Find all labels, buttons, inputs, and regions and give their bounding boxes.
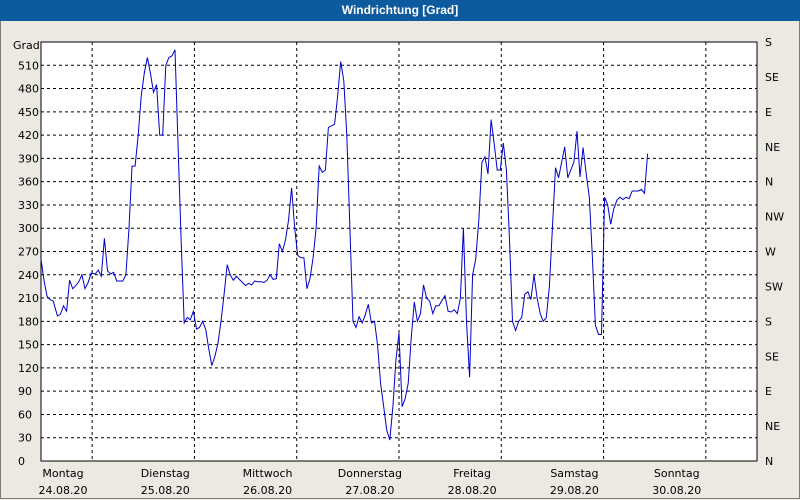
- y-tick-label: 450: [18, 106, 39, 119]
- y-tick-label: 0: [18, 455, 25, 468]
- right-axis-label: E: [765, 385, 772, 398]
- x-tick-day: Dienstag: [141, 467, 190, 480]
- y-tick-label: 30: [18, 432, 32, 445]
- y-tick-label: 330: [18, 199, 39, 212]
- window-title: Windrichtung [Grad]: [0, 0, 800, 21]
- x-tick-day: Donnerstag: [338, 467, 402, 480]
- y-tick-label: 60: [18, 408, 32, 421]
- y-tick-label: 90: [18, 385, 32, 398]
- y-tick-label: 120: [18, 362, 39, 375]
- y-tick-label: 510: [18, 59, 39, 72]
- right-axis-label: SE: [765, 71, 779, 84]
- right-axis-label: S: [765, 36, 772, 49]
- right-axis-label: N: [765, 455, 773, 468]
- right-axis-label: E: [765, 106, 772, 119]
- right-axis-label: S: [765, 315, 772, 328]
- x-tick-date: 30.08.20: [652, 484, 701, 497]
- y-tick-label: 150: [18, 339, 39, 352]
- y-tick-label: 300: [18, 222, 39, 235]
- x-tick-date: 28.08.20: [448, 484, 497, 497]
- y-tick-label: 360: [18, 176, 39, 189]
- right-axis-label: SE: [765, 350, 779, 363]
- y-tick-label: 240: [18, 269, 39, 282]
- x-tick-date: 25.08.20: [141, 484, 190, 497]
- right-axis-label: N: [765, 176, 773, 189]
- x-tick-date: 26.08.20: [243, 484, 292, 497]
- right-axis-label: NW: [765, 211, 784, 224]
- y-axis-title: Grad: [13, 39, 40, 52]
- y-tick-label: 420: [18, 129, 39, 142]
- y-tick-label: 270: [18, 246, 39, 259]
- right-axis-label: NE: [765, 420, 780, 433]
- y-tick-label: 390: [18, 152, 39, 165]
- x-tick-day: Montag: [42, 467, 83, 480]
- x-tick-date: 29.08.20: [550, 484, 599, 497]
- x-tick-day: Freitag: [453, 467, 491, 480]
- x-tick-date: 27.08.20: [345, 484, 394, 497]
- y-tick-label: 210: [18, 292, 39, 305]
- chart-frame: 0 30 60 90 120 150 180 210 240 270 300 330 360 390 420…: [0, 21, 800, 499]
- wind-direction-chart: 0 30 60 90 120 150 180 210 240 270 300 330 360 390 420…: [13, 36, 784, 497]
- right-axis-label: SW: [765, 280, 783, 293]
- x-tick-day: Mittwoch: [243, 467, 293, 480]
- right-axis-label: NE: [765, 141, 780, 154]
- x-tick-day: Sonntag: [654, 467, 700, 480]
- right-axis-label: W: [765, 246, 776, 259]
- y-tick-label: 480: [18, 83, 39, 96]
- x-tick-date: 24.08.20: [39, 484, 88, 497]
- y-tick-label: 180: [18, 315, 39, 328]
- x-tick-day: Samstag: [550, 467, 598, 480]
